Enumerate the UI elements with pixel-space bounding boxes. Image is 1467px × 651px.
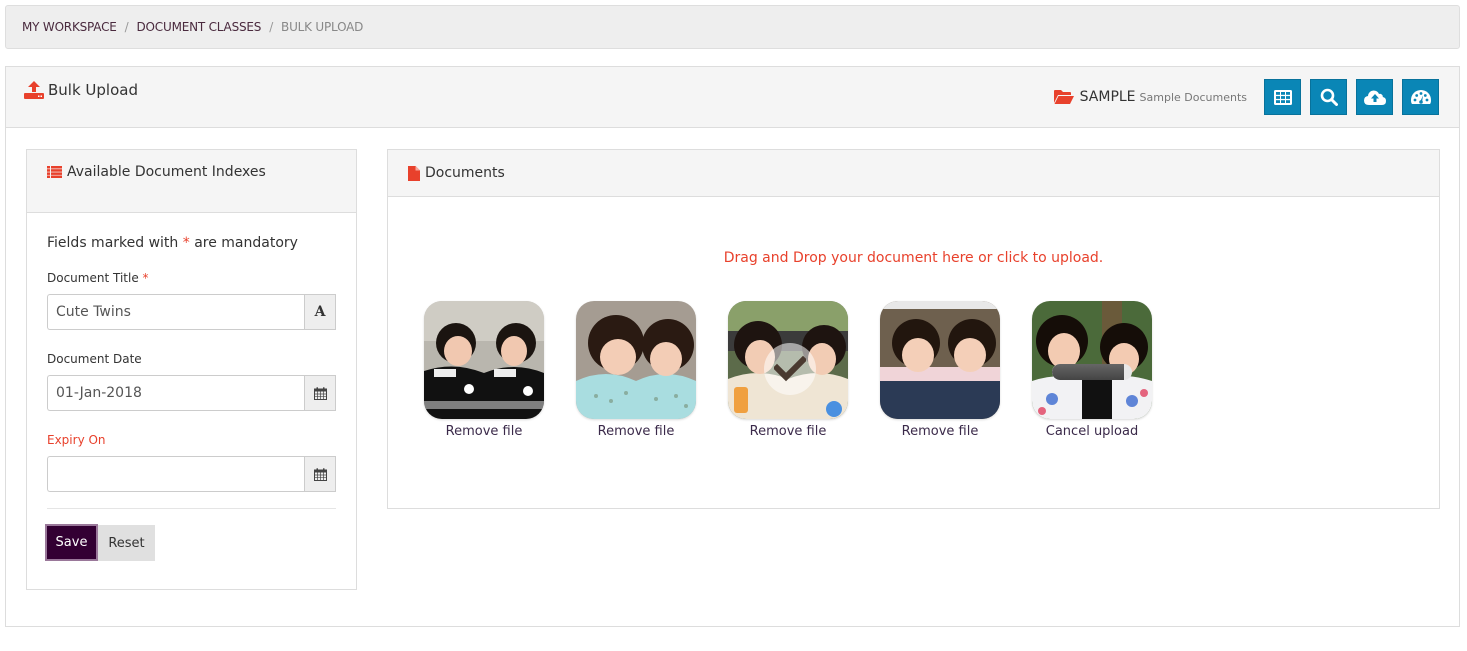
form-divider xyxy=(47,508,336,509)
check-icon xyxy=(774,356,806,382)
indexes-panel-title-text: Available Document Indexes xyxy=(67,164,266,180)
file-preview: Remove file xyxy=(424,301,544,439)
expiry-calendar-button[interactable] xyxy=(304,456,336,492)
calendar-icon xyxy=(313,467,327,481)
mandatory-note-suffix: are mandatory xyxy=(194,235,298,251)
required-star: * xyxy=(182,235,190,251)
document-class-code: SAMPLE xyxy=(1079,89,1136,105)
cancel-upload-link[interactable]: Cancel upload xyxy=(1032,424,1152,439)
documents-panel-title-text: Documents xyxy=(425,165,505,181)
table-view-button[interactable] xyxy=(1264,79,1301,115)
file-preview: Remove file xyxy=(576,301,696,439)
indexes-panel-title: Available Document Indexes xyxy=(47,164,266,180)
cloud-upload-icon xyxy=(1363,90,1386,105)
calendar-icon xyxy=(313,386,327,400)
upload-progress-fill xyxy=(1052,364,1124,380)
file-previews: Remove file Remove file Remove file Remo… xyxy=(424,301,1184,439)
list-icon xyxy=(47,166,62,178)
font-addon: A xyxy=(304,294,336,330)
document-title-label: Document Title * xyxy=(47,271,336,285)
reset-button[interactable]: Reset xyxy=(98,525,155,561)
file-thumbnail xyxy=(728,301,848,419)
remove-file-link[interactable]: Remove file xyxy=(880,424,1000,439)
expiry-on-group xyxy=(47,456,336,492)
search-icon xyxy=(1320,88,1338,106)
success-mark xyxy=(764,343,816,395)
page-title: Bulk Upload xyxy=(24,81,138,99)
breadcrumb-separator: / xyxy=(269,20,274,34)
save-button[interactable]: Save xyxy=(45,524,98,561)
document-indexes-panel: Available Document Indexes Fields marked… xyxy=(26,149,357,590)
form-actions: Save Reset xyxy=(45,524,336,561)
documents-panel-heading: Documents xyxy=(388,150,1439,197)
file-thumbnail xyxy=(880,301,1000,419)
upload-progress-bar xyxy=(1052,364,1132,380)
header-toolbar: SAMPLE Sample Documents xyxy=(1053,79,1439,115)
dashboard-icon xyxy=(1410,90,1431,104)
file-preview: Remove file xyxy=(880,301,1000,439)
upload-icon xyxy=(24,81,44,99)
remove-file-link[interactable]: Remove file xyxy=(728,424,848,439)
breadcrumb: MY WORKSPACE / DOCUMENT CLASSES / BULK U… xyxy=(5,5,1460,49)
file-thumbnail xyxy=(576,301,696,419)
file-preview: Remove file xyxy=(728,301,848,439)
font-icon: A xyxy=(314,304,326,320)
breadcrumb-document-classes[interactable]: DOCUMENT CLASSES xyxy=(137,20,262,34)
bulk-upload-panel: Bulk Upload SAMPLE Sample Documents Avai… xyxy=(5,66,1460,627)
file-thumbnail xyxy=(424,301,544,419)
indexes-panel-heading: Available Document Indexes xyxy=(27,150,356,213)
breadcrumb-separator: / xyxy=(124,20,129,34)
file-icon xyxy=(408,165,420,181)
document-date-calendar-button[interactable] xyxy=(304,375,336,411)
file-preview: Cancel upload xyxy=(1032,301,1152,439)
document-date-group xyxy=(47,375,336,411)
expiry-on-label: Expiry On xyxy=(47,433,106,447)
document-title-group: A xyxy=(47,294,336,330)
document-date-label: Document Date xyxy=(47,352,142,366)
document-class-name: Sample Documents xyxy=(1139,90,1247,104)
dropzone[interactable]: Drag and Drop your document here or clic… xyxy=(388,197,1439,508)
required-star: * xyxy=(142,271,149,285)
main-header: Bulk Upload SAMPLE Sample Documents xyxy=(6,67,1459,128)
remove-file-link[interactable]: Remove file xyxy=(424,424,544,439)
document-title-label-text: Document Title xyxy=(47,271,139,285)
table-icon xyxy=(1273,89,1292,105)
indexes-form: Fields marked with * are mandatory Docum… xyxy=(27,213,356,561)
breadcrumb-my-workspace[interactable]: MY WORKSPACE xyxy=(22,20,117,34)
dashboard-button[interactable] xyxy=(1402,79,1439,115)
expiry-on-input[interactable] xyxy=(47,456,304,492)
mandatory-note-prefix: Fields marked with xyxy=(47,235,179,251)
breadcrumb-bulk-upload: BULK UPLOAD xyxy=(281,20,364,34)
document-title-input[interactable] xyxy=(47,294,304,330)
file-thumbnail xyxy=(1032,301,1152,419)
dropzone-message[interactable]: Drag and Drop your document here or clic… xyxy=(388,250,1439,266)
cloud-upload-button[interactable] xyxy=(1356,79,1393,115)
folder-open-icon xyxy=(1053,90,1074,104)
remove-file-link[interactable]: Remove file xyxy=(576,424,696,439)
mandatory-note: Fields marked with * are mandatory xyxy=(47,235,336,251)
documents-panel-title: Documents xyxy=(408,165,505,181)
document-date-input[interactable] xyxy=(47,375,304,411)
page-title-text: Bulk Upload xyxy=(48,81,138,99)
search-button[interactable] xyxy=(1310,79,1347,115)
documents-panel: Documents Drag and Drop your document he… xyxy=(387,149,1440,509)
